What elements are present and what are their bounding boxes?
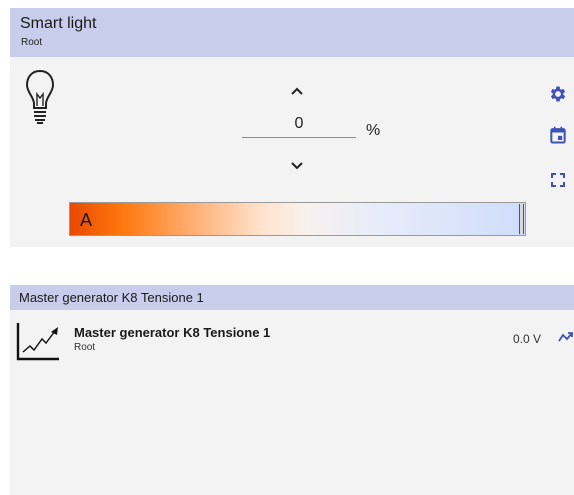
item-title: Master generator K8 Tensione 1: [74, 325, 271, 340]
card-title: Smart light: [20, 15, 97, 32]
voltage-reading: 0.0 V: [513, 332, 542, 346]
smart-light-card: Smart light Root 0 % A: [10, 8, 574, 247]
smart-light-header: Smart light Root: [10, 8, 574, 57]
lightbulb-icon: [25, 69, 55, 124]
slider-label: A: [80, 210, 93, 230]
card-subtitle: Root: [21, 37, 43, 48]
generator-header: Master generator K8 Tensione 1: [10, 285, 574, 310]
chevron-down-icon[interactable]: [290, 161, 304, 171]
slider-handle[interactable]: [519, 204, 524, 234]
unit-label: %: [366, 122, 381, 139]
gear-icon[interactable]: [548, 84, 568, 104]
line-chart-icon: [16, 323, 59, 361]
calendar-icon[interactable]: [548, 125, 568, 145]
color-temperature-slider[interactable]: A: [69, 202, 526, 236]
trend-icon[interactable]: [558, 330, 574, 344]
chevron-up-icon[interactable]: [290, 86, 304, 96]
item-subtitle: Root: [74, 342, 96, 353]
fullscreen-icon[interactable]: [548, 170, 568, 190]
card-header-title: Master generator K8 Tensione 1: [19, 290, 204, 305]
generator-card: Master generator K8 Tensione 1 Master ge…: [10, 285, 574, 495]
brightness-input[interactable]: [242, 111, 356, 138]
page: Smart light Root 0 % A Master generator …: [0, 0, 574, 495]
